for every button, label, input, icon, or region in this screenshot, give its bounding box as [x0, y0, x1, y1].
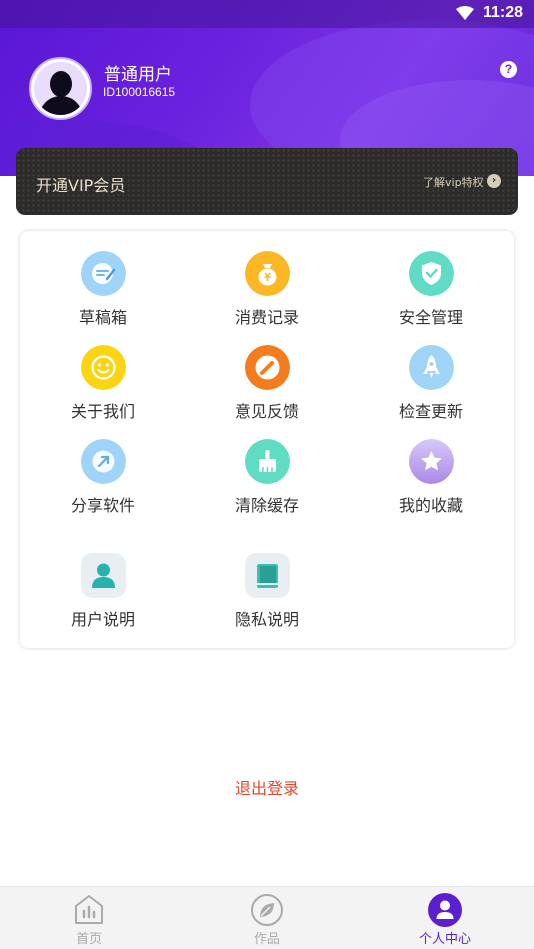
- draft-icon: [81, 251, 126, 296]
- menu-label: 检查更新: [398, 402, 463, 421]
- tab-label: 个人中心: [418, 932, 471, 947]
- money-bag-icon: [245, 251, 290, 296]
- leaf-icon: [251, 894, 283, 926]
- chevron-right-icon[interactable]: ›: [487, 174, 501, 188]
- menu-item-user-guide[interactable]: 用户说明: [43, 553, 163, 643]
- book-icon: [245, 553, 290, 598]
- menu-label: 我的收藏: [398, 496, 463, 515]
- vip-title: 开通VIP会员: [36, 176, 126, 195]
- rocket-icon: [409, 345, 454, 390]
- menu-label: 关于我们: [70, 402, 135, 421]
- pencil-icon: [245, 345, 290, 390]
- vip-banner[interactable]: 开通VIP会员 了解vip特权 ›: [16, 148, 518, 215]
- star-icon: [409, 439, 454, 484]
- menu-label: 草稿箱: [78, 308, 127, 327]
- menu-item-security[interactable]: 安全管理: [371, 251, 491, 341]
- menu-label: 用户说明: [70, 610, 135, 629]
- menu-label: 意见反馈: [234, 402, 299, 421]
- bottom-tab-bar: 首页 作品 个人中心: [0, 886, 534, 949]
- wifi-icon: [456, 6, 474, 20]
- tab-works[interactable]: 作品: [217, 887, 317, 949]
- tab-personal-center[interactable]: 个人中心: [395, 887, 495, 949]
- status-time: 11:28: [483, 4, 524, 21]
- menu-item-check-update[interactable]: 检查更新: [371, 345, 491, 435]
- user-icon: [81, 553, 126, 598]
- menu-item-clear-cache[interactable]: 清除缓存: [207, 439, 327, 529]
- menu-label: 安全管理: [398, 308, 463, 327]
- menu-label: 消费记录: [234, 308, 299, 327]
- menu-item-feedback[interactable]: 意见反馈: [207, 345, 327, 435]
- menu-label: 分享软件: [70, 496, 135, 515]
- user-id: ID100016615: [103, 85, 176, 99]
- tab-home[interactable]: 首页: [39, 887, 139, 949]
- username: 普通用户: [104, 65, 172, 85]
- shield-check-icon: [409, 251, 454, 296]
- home-chart-icon: [75, 895, 103, 924]
- share-arrow-icon: [81, 439, 126, 484]
- tab-label: 首页: [75, 932, 102, 947]
- menu-item-privacy-policy[interactable]: 隐私说明: [207, 553, 327, 643]
- vip-more-link[interactable]: 了解vip特权: [423, 174, 484, 190]
- menu-item-favorites[interactable]: 我的收藏: [371, 439, 491, 529]
- menu-label: 隐私说明: [234, 610, 299, 629]
- help-icon[interactable]: ?: [500, 61, 517, 78]
- menu-item-share-app[interactable]: 分享软件: [43, 439, 163, 529]
- avatar[interactable]: [29, 57, 92, 120]
- menu-item-spending-records[interactable]: 消费记录: [207, 251, 327, 341]
- status-bar: 11:28: [0, 0, 534, 28]
- menu-card: 草稿箱 消费记录 安全管理 关于我们 意见反馈 检查更新 分享软件 清除缓存 我…: [20, 231, 514, 648]
- menu-item-drafts[interactable]: 草稿箱: [43, 251, 163, 341]
- menu-label: 清除缓存: [234, 496, 299, 515]
- person-icon: [428, 893, 462, 927]
- menu-item-about-us[interactable]: 关于我们: [43, 345, 163, 435]
- broom-icon: [245, 439, 290, 484]
- tab-label: 作品: [253, 932, 280, 947]
- logout-button[interactable]: 退出登录: [0, 775, 534, 799]
- smile-icon: [81, 345, 126, 390]
